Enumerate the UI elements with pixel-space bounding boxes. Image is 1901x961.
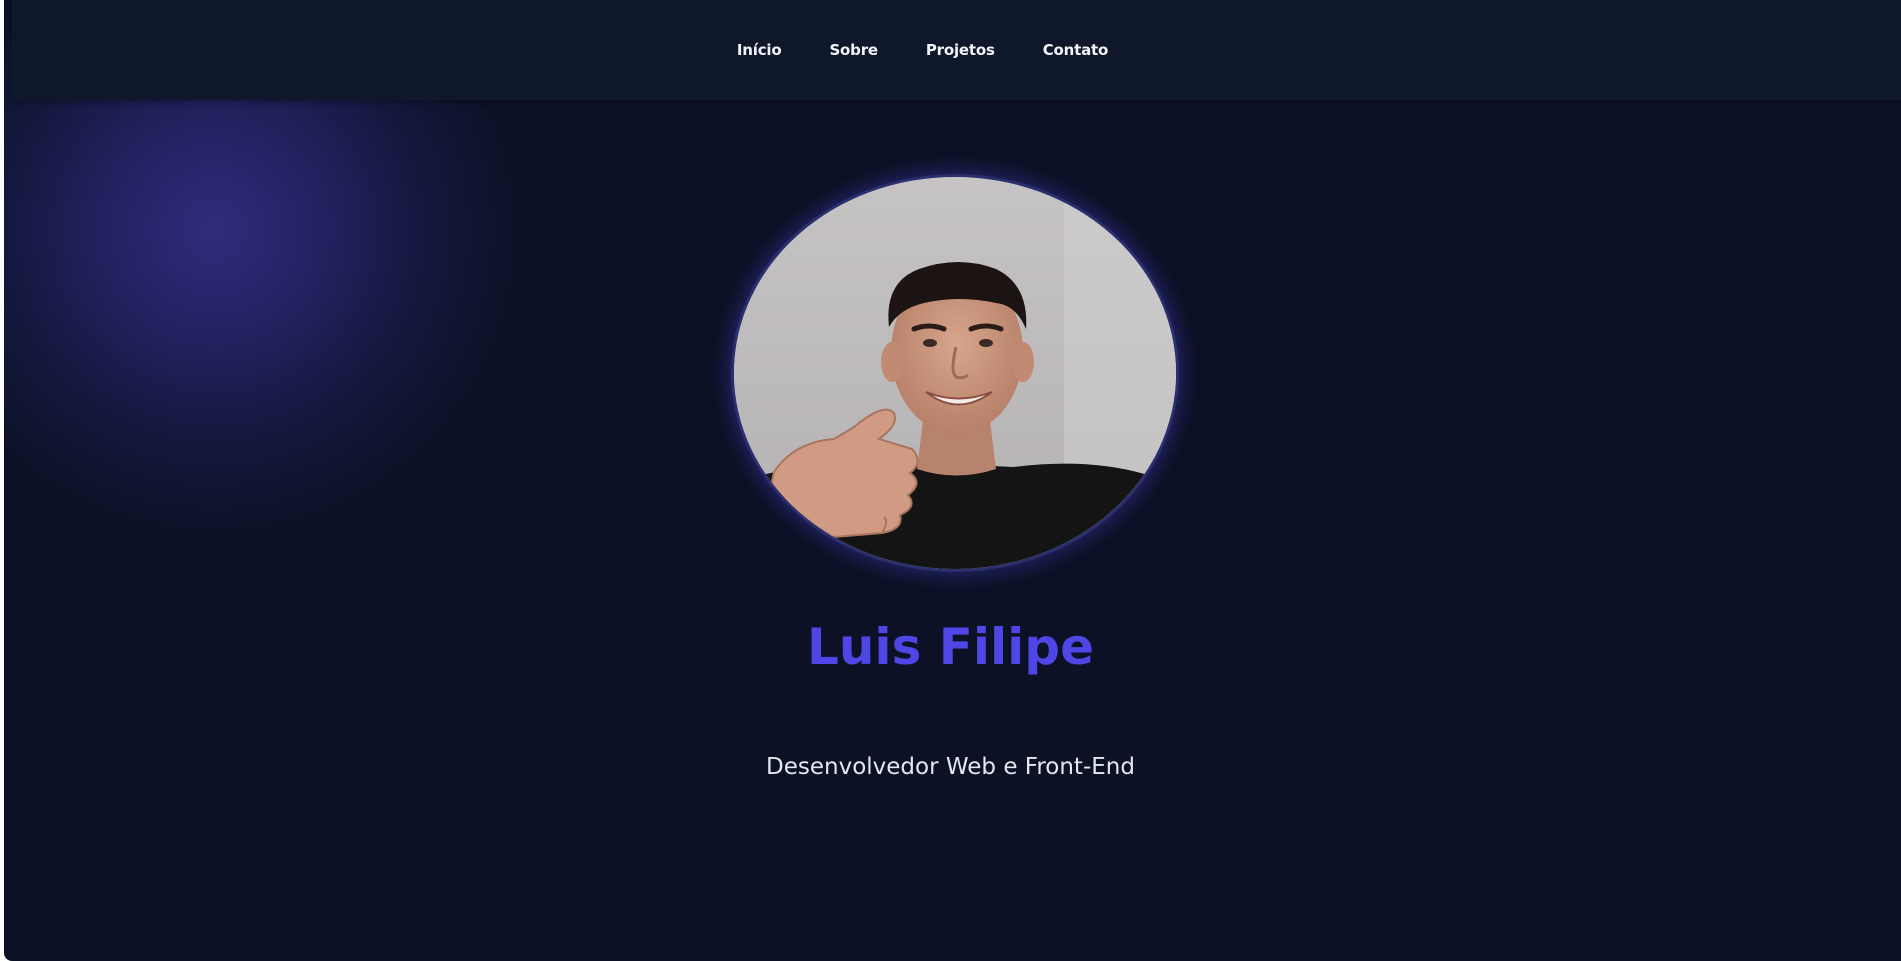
top-navbar: Início Sobre Projetos Contato bbox=[12, 0, 1901, 100]
hero-name: Luis Filipe bbox=[806, 618, 1095, 676]
profile-photo bbox=[731, 174, 1179, 572]
hero-section: Luis Filipe Desenvolvedor Web e Front-En… bbox=[4, 100, 1901, 961]
page-viewport: Início Sobre Projetos Contato Luis Filip… bbox=[4, 0, 1901, 961]
nav-link-inicio[interactable]: Início bbox=[737, 41, 782, 59]
profile-photo-illustration bbox=[734, 177, 1176, 569]
hero-subtitle: Desenvolvedor Web e Front-End bbox=[766, 754, 1135, 780]
nav-menu: Início Sobre Projetos Contato bbox=[4, 0, 1867, 100]
nav-link-contato[interactable]: Contato bbox=[1043, 41, 1109, 59]
nav-link-projetos[interactable]: Projetos bbox=[926, 41, 995, 59]
nav-link-sobre[interactable]: Sobre bbox=[829, 41, 878, 59]
